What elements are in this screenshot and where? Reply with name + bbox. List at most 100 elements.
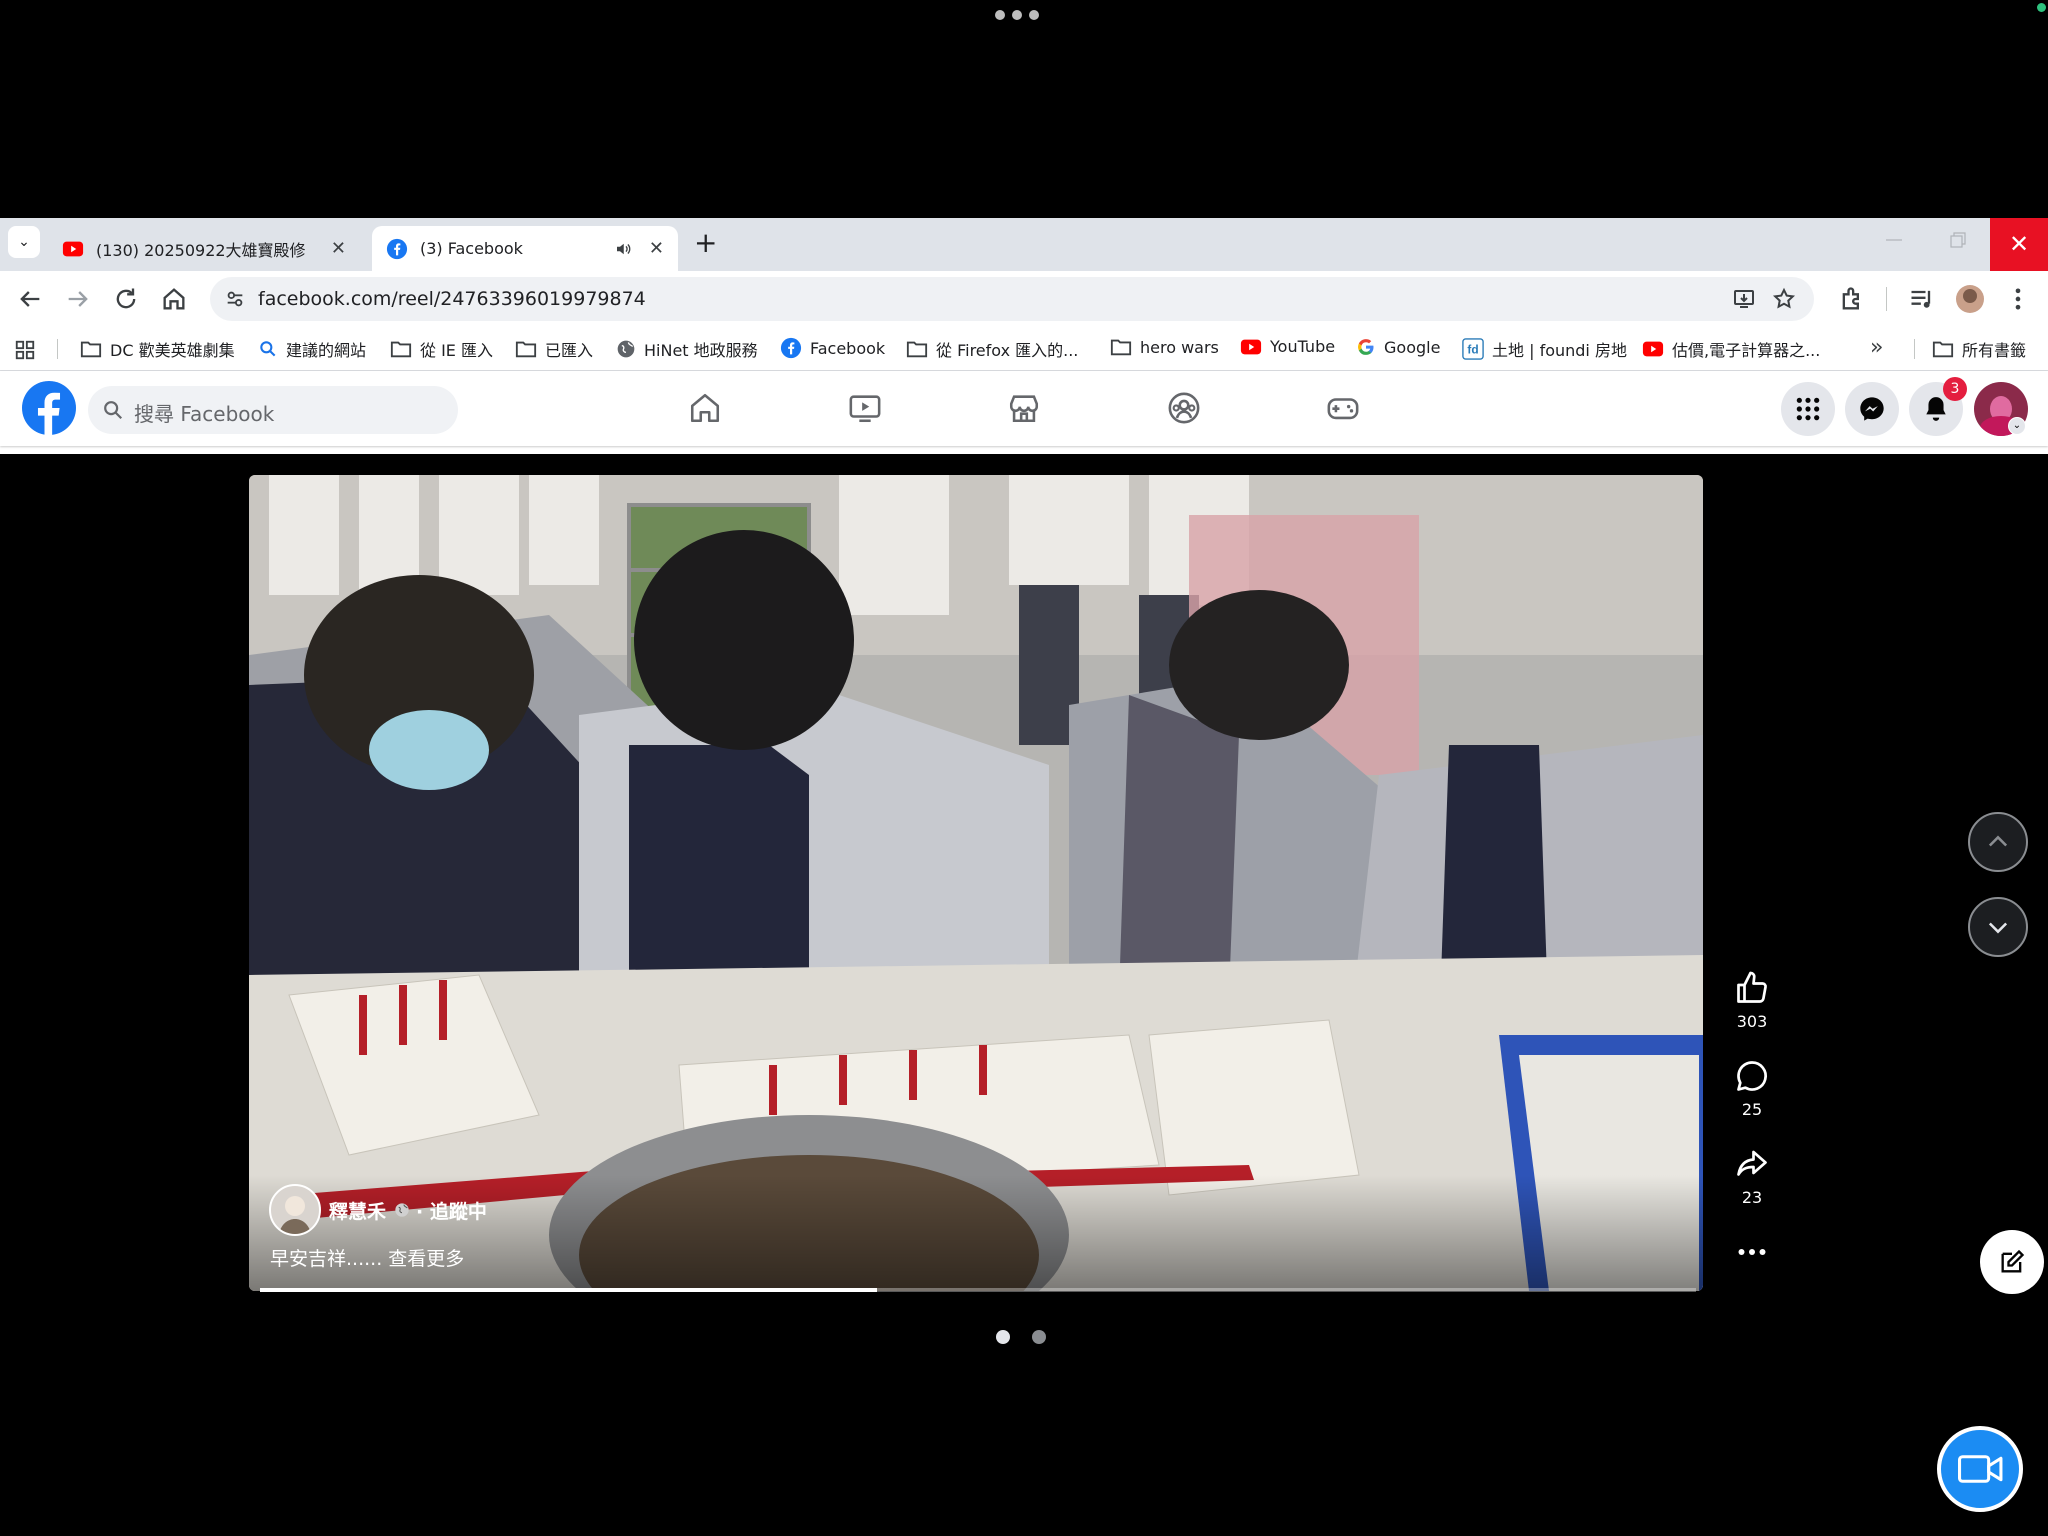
bookmark-label: Facebook (810, 338, 886, 358)
menu-button[interactable] (1781, 382, 1835, 436)
reel-caption[interactable]: 早安吉祥...... 查看更多 (270, 1244, 464, 1271)
google-icon (1358, 339, 1374, 355)
browser-toolbar: facebook.com/reel/24763396019979874 (0, 271, 2048, 327)
menu-grid-icon (1796, 397, 1820, 421)
bookmark-label: 從 IE 匯入 (420, 341, 494, 360)
notification-badge: 3 (1943, 377, 1967, 401)
bookmark-item[interactable]: YouTube (1240, 337, 1335, 356)
folder-icon (390, 341, 412, 358)
bookmark-item[interactable]: hero wars (1110, 337, 1219, 357)
search-icon (104, 401, 123, 420)
youtube-icon (1240, 339, 1262, 354)
new-tab-button[interactable]: + (694, 228, 717, 258)
bookmark-label: DC 歡美英雄劇集 (110, 341, 235, 360)
back-icon[interactable] (16, 285, 44, 313)
window-close-button[interactable]: ✕ (1990, 218, 2048, 271)
all-bookmarks[interactable]: 所有書籤 (1932, 337, 2026, 361)
extensions-icon[interactable] (1838, 285, 1866, 313)
marketplace-icon[interactable] (1007, 391, 1041, 425)
bookmark-label: 從 Firefox 匯入的... (936, 341, 1079, 360)
comment-count: 25 (1741, 1100, 1763, 1119)
reload-icon[interactable] (112, 285, 140, 313)
apps-grid-icon[interactable] (14, 339, 36, 361)
home-icon[interactable] (688, 391, 722, 425)
bookmark-label: 所有書籤 (1962, 341, 2027, 360)
page-dot[interactable] (1032, 1330, 1046, 1344)
tab-title: (3) Facebook (420, 239, 523, 258)
bookmark-item[interactable]: Facebook (780, 337, 885, 359)
chevron-up-icon (1988, 835, 2008, 847)
tab-facebook[interactable]: (3) Facebook ✕ (372, 226, 678, 271)
bell-icon (1926, 397, 1946, 421)
search-placeholder: 搜尋 Facebook (134, 402, 275, 426)
bookmark-item[interactable]: 從 Firefox 匯入的... (906, 337, 1078, 361)
tab-youtube[interactable]: (130) 20250922大雄寶殿修繕工 ✕ (48, 226, 360, 271)
folder-icon (80, 341, 102, 358)
comment-button[interactable]: 25 (1726, 1058, 1778, 1119)
browser-window: ⌄ (130) 20250922大雄寶殿修繕工 ✕ (3) Facebook ✕… (0, 218, 2048, 454)
more-bookmarks-button[interactable]: » (1870, 335, 1883, 360)
reel-video[interactable] (249, 475, 1703, 1291)
chevron-down-icon (1988, 922, 2008, 934)
comment-icon (1737, 1061, 1767, 1091)
video-call-button[interactable] (1937, 1426, 2023, 1512)
bookmark-star-icon[interactable] (1772, 287, 1796, 311)
reel-author[interactable]: 釋慧禾 · 追蹤中 (269, 1184, 487, 1236)
bookmark-item[interactable]: 已匯入 (515, 337, 593, 361)
facebook-logo-icon[interactable] (22, 381, 76, 435)
restore-icon[interactable] (1948, 230, 1968, 250)
speaker-icon[interactable] (614, 240, 632, 258)
page-dot-active[interactable] (996, 1330, 1010, 1344)
bookmark-item[interactable]: 從 IE 匯入 (390, 337, 493, 361)
profile-avatar[interactable] (1956, 285, 1984, 313)
author-avatar[interactable] (269, 1184, 321, 1236)
account-chevron-down-icon[interactable]: ⌄ (2008, 417, 2026, 435)
address-bar[interactable]: facebook.com/reel/24763396019979874 (210, 277, 1814, 321)
forward-icon[interactable] (64, 285, 92, 313)
groups-icon[interactable] (1167, 391, 1201, 425)
more-options-button[interactable] (1726, 1240, 1778, 1270)
bookmark-label: YouTube (1270, 337, 1336, 356)
facebook-search[interactable]: 搜尋 Facebook (88, 386, 458, 434)
search-icon (260, 341, 276, 357)
video-camera-icon (1958, 1455, 2003, 1483)
create-reel-button[interactable] (1962, 1230, 2048, 1330)
browser-menu-icon[interactable] (2004, 285, 2032, 313)
url-text: facebook.com/reel/24763396019979874 (258, 288, 646, 310)
media-control-icon[interactable] (1908, 285, 1936, 313)
youtube-icon (62, 241, 84, 256)
like-button[interactable]: 303 (1726, 970, 1778, 1031)
bookmark-item[interactable]: 估價,電子計算器之... (1642, 337, 1820, 361)
bookmark-item[interactable]: fd 土地 | foundi 房地 (1462, 337, 1627, 361)
thumbs-up-icon (1737, 971, 1767, 1003)
bookmark-label: Google (1384, 337, 1441, 357)
bookmark-item[interactable]: Google (1356, 337, 1440, 357)
bookmark-item[interactable]: DC 歡美英雄劇集 (80, 337, 235, 361)
bookmark-item[interactable]: 建議的網站 (258, 337, 366, 361)
bookmarks-bar: DC 歡美英雄劇集 建議的網站 從 IE 匯入 已匯入 HiNet 地政服務 F… (0, 327, 2048, 371)
previous-reel-button[interactable] (1968, 812, 2028, 872)
next-reel-button[interactable] (1968, 897, 2028, 957)
follow-status[interactable]: · 追蹤中 (416, 1197, 487, 1224)
reel-progress-fill (260, 1288, 878, 1292)
share-button[interactable]: 23 (1726, 1146, 1778, 1207)
home-icon[interactable] (160, 285, 188, 313)
svg-text:fd: fd (1467, 343, 1478, 357)
globe-icon (395, 1203, 409, 1217)
gaming-icon[interactable] (1326, 391, 1360, 425)
minimize-icon[interactable] (1884, 230, 1904, 250)
install-app-icon[interactable] (1732, 287, 1756, 311)
bookmark-label: 已匯入 (545, 341, 594, 360)
like-count: 303 (1736, 1012, 1768, 1031)
window-menu-dots[interactable] (995, 10, 1039, 20)
video-icon[interactable] (848, 391, 882, 425)
close-tab-icon[interactable]: ✕ (649, 238, 664, 259)
close-tab-icon[interactable]: ✕ (331, 238, 346, 259)
folder-icon (906, 341, 928, 358)
messenger-button[interactable] (1845, 382, 1899, 436)
more-horizontal-icon (1738, 1249, 1766, 1255)
author-name[interactable]: 釋慧禾 (329, 1197, 386, 1224)
bookmark-item[interactable]: HiNet 地政服務 (616, 337, 758, 361)
site-info-icon[interactable] (224, 288, 246, 310)
tab-search-button[interactable]: ⌄ (8, 226, 40, 258)
